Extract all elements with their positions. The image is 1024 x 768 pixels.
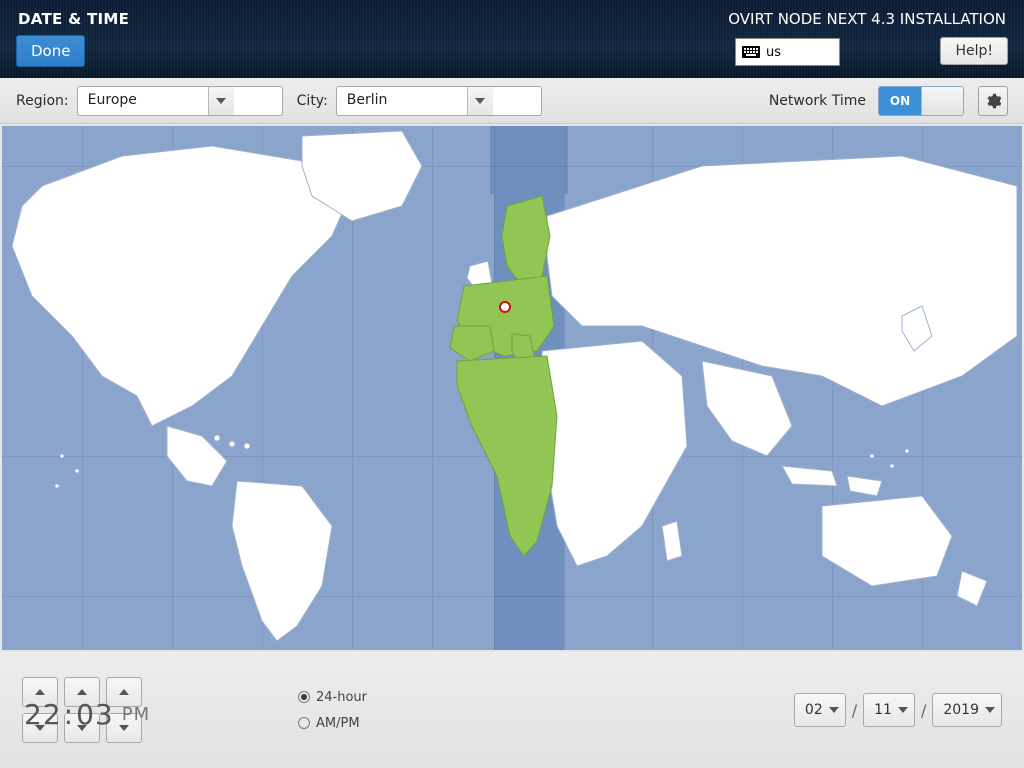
timezone-map[interactable]: [2, 126, 1022, 650]
header: DATE & TIME Done OVIRT NODE NEXT 4.3 INS…: [0, 0, 1024, 78]
year-select[interactable]: 2019: [932, 693, 1002, 727]
minutes-value: 03: [76, 698, 114, 731]
format-24h-label: 24-hour: [316, 690, 367, 705]
format-ampm-option[interactable]: AM/PM: [298, 713, 367, 733]
chevron-up-icon: [119, 689, 129, 695]
hours-value: 22: [24, 698, 62, 731]
city-select[interactable]: Berlin: [336, 86, 542, 116]
chevron-up-icon: [77, 689, 87, 695]
chevron-down-icon: [985, 707, 995, 713]
network-time-on-label: ON: [879, 87, 921, 115]
chevron-down-icon: [467, 87, 493, 115]
selected-city-marker: [499, 301, 511, 313]
city-select-value: Berlin: [337, 87, 467, 115]
month-value: 11: [874, 702, 892, 718]
toggle-knob: [921, 87, 963, 115]
installer-title: OVIRT NODE NEXT 4.3 INSTALLATION: [728, 10, 1006, 28]
chevron-up-icon: [35, 689, 45, 695]
done-button[interactable]: Done: [16, 35, 85, 67]
location-toolbar: Region: Europe City: Berlin Network Time…: [0, 78, 1024, 124]
region-select[interactable]: Europe: [77, 86, 283, 116]
year-value: 2019: [943, 702, 979, 718]
radio-icon: [298, 717, 310, 729]
chevron-down-icon: [829, 707, 839, 713]
chevron-down-icon: [208, 87, 234, 115]
time-display: 22 : 03 PM: [24, 698, 150, 731]
month-select[interactable]: 11: [863, 693, 915, 727]
page-title: DATE & TIME: [18, 10, 129, 28]
city-label: City:: [297, 93, 328, 109]
help-button[interactable]: Help!: [940, 37, 1008, 65]
chevron-down-icon: [898, 707, 908, 713]
region-label: Region:: [16, 93, 69, 109]
format-ampm-label: AM/PM: [316, 716, 360, 731]
radio-icon: [298, 691, 310, 703]
network-time-label: Network Time: [769, 93, 866, 109]
day-select[interactable]: 02: [794, 693, 846, 727]
datetime-toolbar: 22 : 03 PM 24-hour AM/PM 02 / 11 / 2019: [0, 652, 1024, 768]
time-colon: :: [64, 698, 74, 731]
format-24h-option[interactable]: 24-hour: [298, 687, 367, 707]
date-separator: /: [852, 701, 857, 720]
keyboard-layout-indicator[interactable]: us: [735, 38, 840, 66]
day-value: 02: [805, 702, 823, 718]
timezone-map-container: [0, 124, 1024, 652]
region-select-value: Europe: [78, 87, 208, 115]
ampm-value: PM: [122, 704, 150, 725]
date-separator: /: [921, 701, 926, 720]
gear-icon: [985, 93, 1001, 109]
network-time-settings-button[interactable]: [978, 86, 1008, 116]
world-map-svg: [2, 126, 1022, 650]
keyboard-layout-label: us: [766, 45, 781, 60]
keyboard-icon: [742, 46, 760, 58]
time-format-group: 24-hour AM/PM: [298, 687, 367, 733]
network-time-toggle[interactable]: ON: [878, 86, 964, 116]
